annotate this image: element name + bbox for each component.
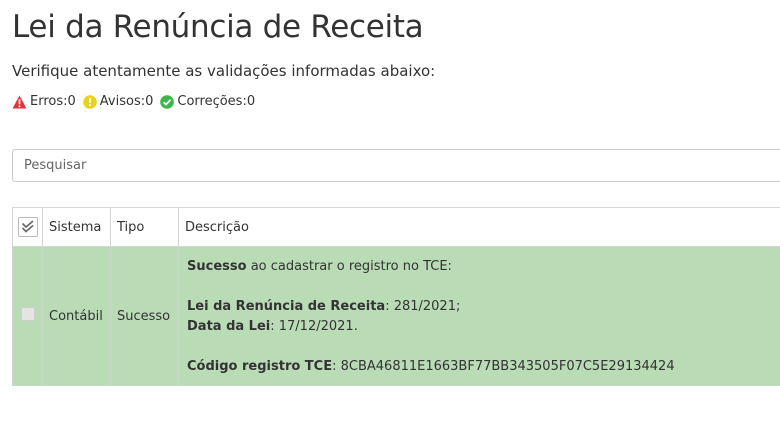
column-header-descricao[interactable]: Descrição [178,207,780,247]
column-header-tipo[interactable]: Tipo [110,207,179,247]
warning-triangle-icon [12,94,27,109]
lei-label: Lei da Renúncia de Receita [187,299,386,314]
desc-line-codigo: Código registro TCE: 8CBA46811E1663BF77B… [187,357,780,377]
validations-table: Sistema Tipo Descrição Contábil Sucesso … [12,207,780,386]
desc-spacer [187,277,780,297]
tipo-cell: Sucesso [110,246,179,386]
table-row[interactable]: Contábil Sucesso Sucesso ao cadastrar o … [12,246,780,386]
errors-label: Erros:0 [30,94,76,109]
desc-line-status: Sucesso ao cadastrar o registro no TCE: [187,257,780,277]
corrections-counter: Correções:0 [160,94,255,109]
desc-line-data: Data da Lei: 17/12/2021. [187,317,780,337]
status-text: ao cadastrar o registro no TCE: [246,259,452,274]
lei-value: : 281/2021; [385,299,461,314]
sistema-cell: Contábil [42,246,111,386]
codigo-label: Código registro TCE [187,359,333,374]
row-select-cell[interactable] [12,246,43,386]
errors-counter: Erros:0 [12,94,76,109]
exclamation-circle-icon [82,94,97,109]
status-label: Sucesso [187,259,247,274]
desc-line-lei: Lei da Renúncia de Receita: 281/2021; [187,297,780,317]
page-subtitle: Verifique atentamente as validações info… [12,62,436,80]
descricao-cell: Sucesso ao cadastrar o registro no TCE: … [178,246,780,386]
select-all-checkbox[interactable] [17,217,38,237]
corrections-label: Correções:0 [177,94,256,109]
check-circle-icon [160,94,175,109]
row-checkbox[interactable] [20,307,35,321]
select-all-header[interactable] [12,207,43,247]
warnings-label: Avisos:0 [99,94,154,109]
data-label: Data da Lei [187,319,271,334]
data-value: : 17/12/2021. [270,319,358,334]
table-header-row: Sistema Tipo Descrição [12,207,780,247]
column-header-sistema[interactable]: Sistema [42,207,111,247]
page-title: Lei da Renúncia de Receita [12,9,424,45]
validation-counters: Erros:0 Avisos:0 Correções:0 [12,94,262,109]
double-check-icon [21,220,34,233]
desc-spacer [187,337,780,357]
search-input[interactable] [12,149,780,182]
warnings-counter: Avisos:0 [82,94,154,109]
codigo-value: : 8CBA46811E1663BF77BB343505F07C5E291344… [332,359,675,374]
